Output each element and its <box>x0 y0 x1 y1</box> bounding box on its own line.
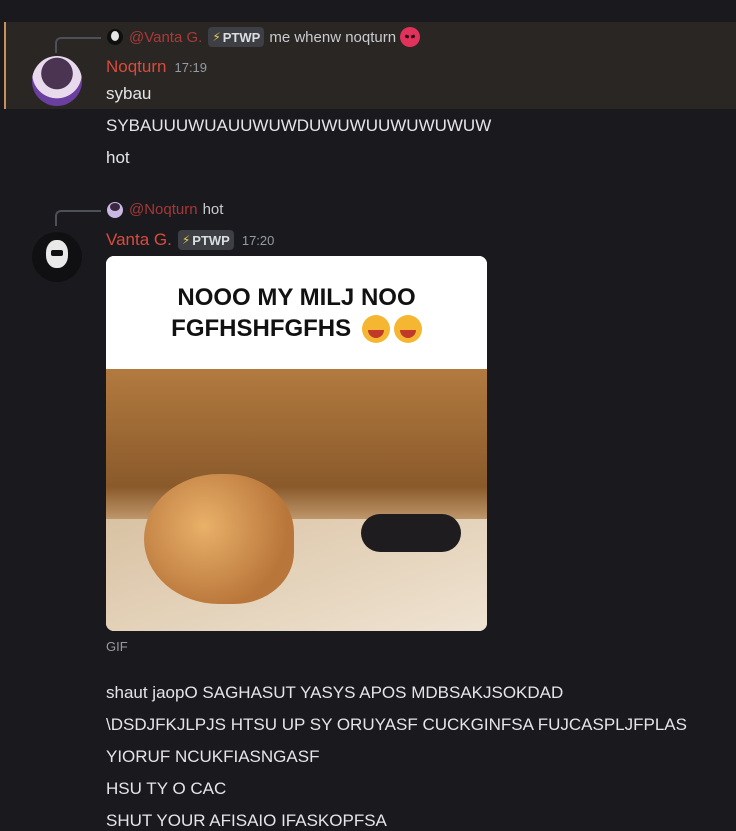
gif-caption: NOOO MY MILJ NOO FGFHSHFGFHS <box>106 256 487 369</box>
reply-avatar <box>107 201 123 218</box>
gif-label: GIF <box>106 639 128 654</box>
reply-mention[interactable]: @Noqturn <box>129 201 198 218</box>
message-line: SHUT YOUR AFISAIO IFASKOPFSA <box>106 811 387 830</box>
timestamp: 17:20 <box>241 232 275 248</box>
reply-preview[interactable]: @Vanta G. ⚡ PTWP me whenw noqturn <box>107 27 421 47</box>
reply-connector <box>55 37 101 53</box>
message-line: YIORUF NCUKFIASNGASF <box>106 747 320 766</box>
gif-caption-line: NOOO MY MILJ NOO <box>177 283 416 311</box>
gif-image <box>106 369 487 631</box>
gif-bowl <box>361 514 461 552</box>
username[interactable]: Vanta G. <box>106 230 172 250</box>
crying-face-icon <box>361 315 390 344</box>
avatar[interactable] <box>32 56 82 106</box>
message-line: shaut jaopO SAGHASUT YASYS APOS MDBSAKJS… <box>106 683 564 702</box>
message-line: \DSDJFKJLPJS HTSU UP SY ORUYASF CUCKGINF… <box>106 715 687 734</box>
message-line: sybau <box>106 84 152 103</box>
guild-tag-label: PTWP <box>192 232 230 248</box>
gif-cat <box>144 474 294 604</box>
message-line: HSU TY O CAC <box>106 779 227 798</box>
reply-connector <box>55 210 101 226</box>
gif-caption-line: FGFHSHFGFHS <box>171 313 422 344</box>
reply-text: me whenw noqturn <box>269 28 397 46</box>
reply-text: hot <box>202 201 224 218</box>
bolt-icon: ⚡ <box>212 30 221 44</box>
guild-tag[interactable]: ⚡ PTWP <box>177 230 234 250</box>
avatar[interactable] <box>32 232 82 282</box>
username[interactable]: Noqturn <box>106 57 166 76</box>
message-header: Noqturn 17:19 <box>106 57 207 77</box>
reply-preview[interactable]: @Noqturn hot <box>107 201 223 218</box>
message-header: Vanta G. ⚡ PTWP 17:20 <box>106 230 274 250</box>
crying-face-icon <box>393 315 422 344</box>
top-bar <box>0 0 736 22</box>
bolt-icon: ⚡ <box>181 233 191 247</box>
guild-tag-label: PTWP <box>222 29 261 45</box>
reply-avatar <box>107 29 123 45</box>
message-line: SYBAUUUWUAUUWUWDUWUWUUWUWUWUW <box>106 116 492 135</box>
timestamp: 17:19 <box>174 60 208 75</box>
gif-embed[interactable]: NOOO MY MILJ NOO FGFHSHFGFHS <box>106 256 487 631</box>
angry-face-icon <box>400 27 421 47</box>
gif-caption-text: FGFHSHFGFHS <box>171 314 352 342</box>
reply-mention[interactable]: @Vanta G. <box>129 29 202 46</box>
message-line: hot <box>106 148 130 167</box>
guild-tag[interactable]: ⚡ PTWP <box>208 27 265 47</box>
